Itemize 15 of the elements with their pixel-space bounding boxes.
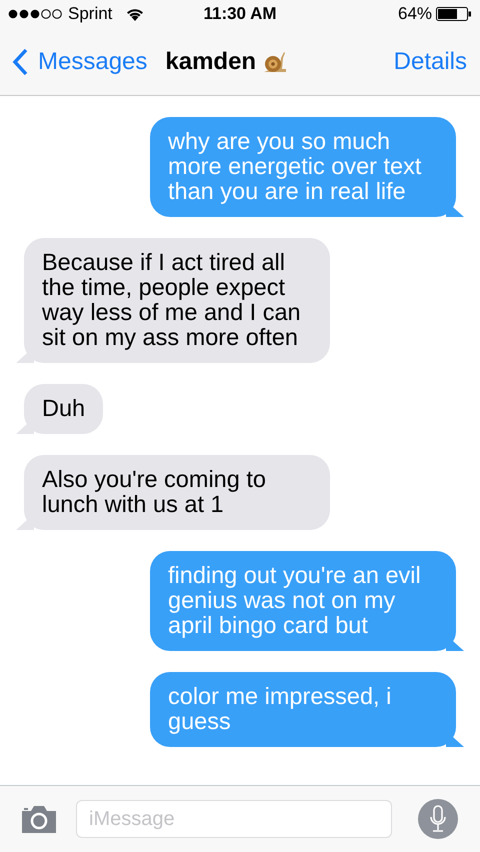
signal-icon — [8, 9, 62, 19]
details-button[interactable]: Details — [394, 48, 467, 76]
contact-name: kamden — [165, 48, 256, 76]
camera-icon[interactable] — [20, 804, 58, 834]
chevron-left-icon — [12, 48, 28, 76]
back-button[interactable]: Messages — [12, 48, 148, 76]
clock-time: 11:30 AM — [202, 4, 278, 24]
snail-icon — [262, 50, 288, 74]
message-input-field[interactable]: iMessage — [76, 800, 392, 838]
wifi-icon — [126, 8, 144, 20]
microphone-icon — [429, 805, 447, 833]
carrier-name: Sprint — [68, 4, 112, 24]
microphone-button[interactable] — [418, 799, 458, 839]
battery-percent: 64% — [398, 4, 432, 24]
battery-icon — [436, 7, 472, 21]
